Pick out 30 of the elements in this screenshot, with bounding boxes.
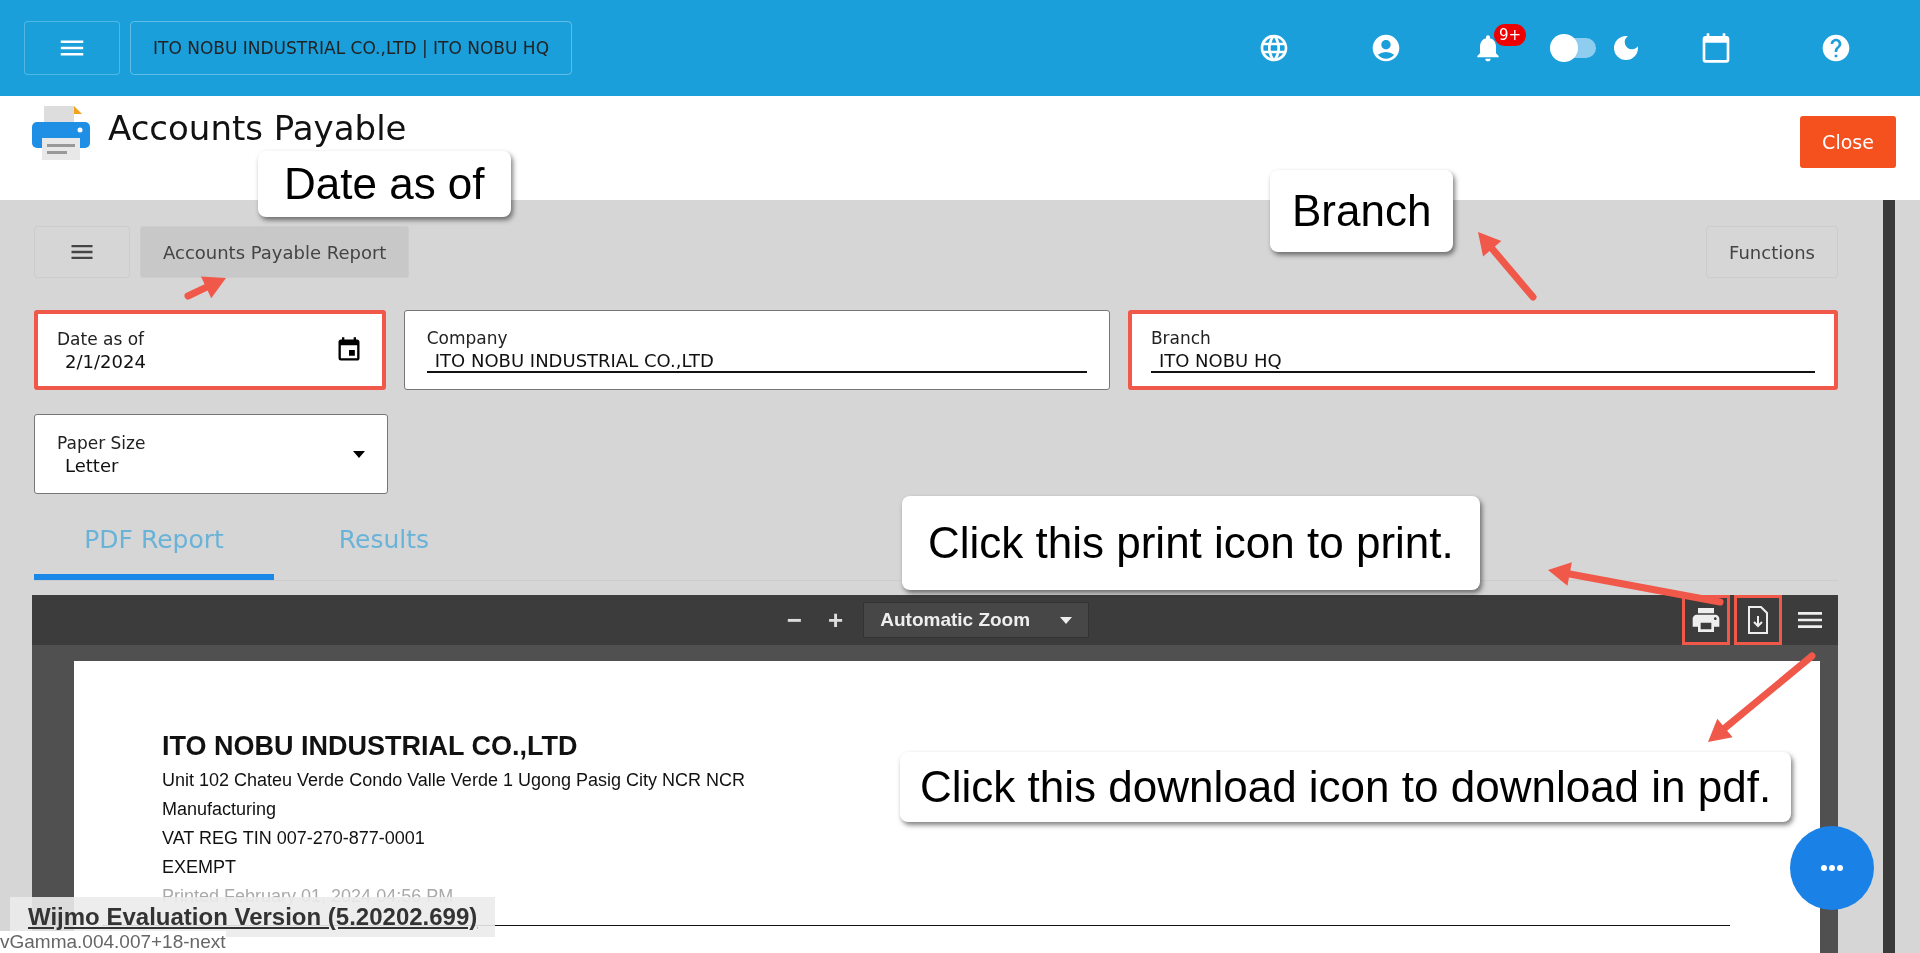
- input-field[interactable]: Company ITO NOBU INDUSTRIAL CO.,LTD: [403, 310, 1110, 390]
- zoom-in-button[interactable]: +: [822, 604, 850, 636]
- field-label: Date as of: [57, 328, 146, 349]
- zoom-out-button[interactable]: −: [780, 604, 809, 636]
- zoom-select[interactable]: Automatic Zoom: [863, 602, 1090, 638]
- field-label: Branch: [1150, 327, 1212, 348]
- callout: Branch: [1270, 170, 1454, 252]
- field-label: Company: [426, 327, 509, 348]
- report-text: Unit 102 Chateu Verde Condo Valle Verde 1 Ugong Pasig City NCR NCR: [162, 769, 745, 792]
- company-branch-selector[interactable]: ITO NOBU INDUSTRIAL CO.,LTD | ITO NOBU HQ: [130, 21, 573, 75]
- page-title: Accounts Payable: [108, 110, 407, 148]
- field-value: 2/1/2024: [64, 349, 147, 372]
- report-text: EXEMPT: [162, 856, 236, 879]
- report-text: Manufacturing: [162, 798, 277, 821]
- functions-button[interactable]: Functions: [1706, 226, 1838, 278]
- report-text: VAT REG TIN 007-270-877-0001: [162, 827, 425, 850]
- input-field[interactable]: Date as of 2/1/2024: [34, 310, 386, 390]
- report-tab[interactable]: Accounts Payable Report: [140, 226, 410, 278]
- callout: Click this print icon to print.: [902, 496, 1480, 590]
- version-label: vGamma.004.007+18-next: [0, 931, 226, 953]
- field-value: ITO NOBU HQ: [1150, 347, 1815, 373]
- field-value: Letter: [64, 453, 120, 476]
- callout: Click this download icon to download in pdf.: [900, 752, 1792, 822]
- field-label: Paper Size: [57, 432, 147, 453]
- select-field[interactable]: Paper Size Letter: [34, 414, 388, 494]
- callout: Date as of: [258, 151, 511, 217]
- notification-badge: 9+: [1493, 24, 1526, 46]
- input-field[interactable]: Branch ITO NOBU HQ: [1127, 310, 1838, 390]
- company-name: ITO NOBU INDUSTRIAL CO.,LTD: [162, 731, 579, 762]
- field-value: ITO NOBU INDUSTRIAL CO.,LTD: [426, 347, 1087, 373]
